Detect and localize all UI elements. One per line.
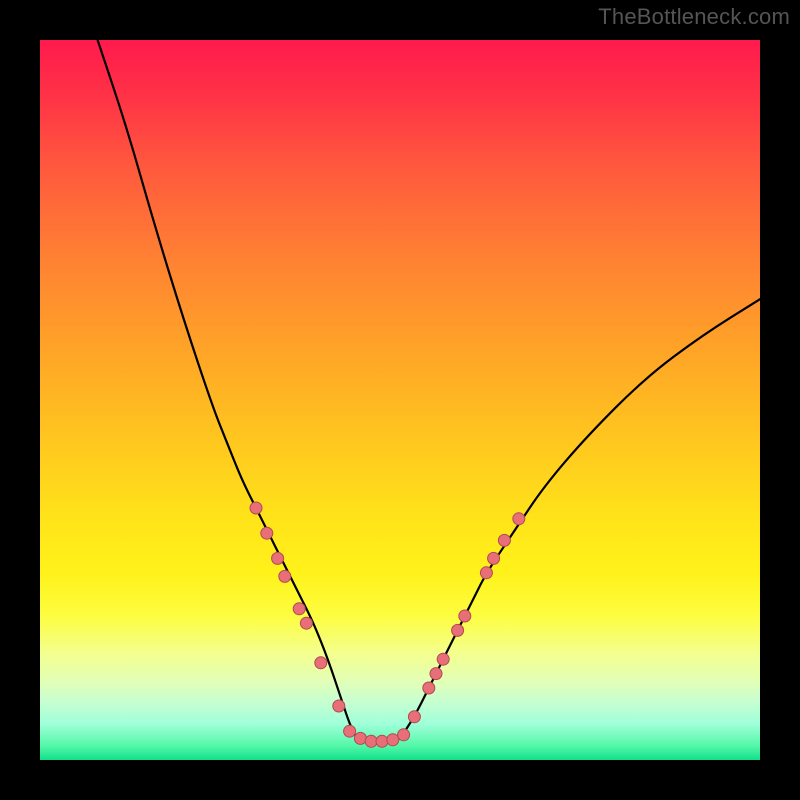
data-marker xyxy=(333,700,345,712)
chart-frame: TheBottleneck.com xyxy=(0,0,800,800)
data-marker xyxy=(437,653,449,665)
data-marker xyxy=(376,735,388,747)
data-marker xyxy=(272,552,284,564)
data-marker xyxy=(513,513,525,525)
data-marker xyxy=(488,552,500,564)
data-marker xyxy=(452,624,464,636)
data-marker xyxy=(261,527,273,539)
curve-path xyxy=(98,40,760,742)
data-marker xyxy=(430,668,442,680)
bottleneck-curve xyxy=(40,40,760,760)
marker-group xyxy=(250,502,525,747)
data-marker xyxy=(293,603,305,615)
data-marker xyxy=(408,711,420,723)
watermark-text: TheBottleneck.com xyxy=(598,4,790,30)
data-marker xyxy=(354,732,366,744)
data-marker xyxy=(344,725,356,737)
data-marker xyxy=(423,682,435,694)
data-marker xyxy=(300,617,312,629)
data-marker xyxy=(480,567,492,579)
data-marker xyxy=(498,534,510,546)
data-marker xyxy=(459,610,471,622)
data-marker xyxy=(315,657,327,669)
data-marker xyxy=(365,735,377,747)
data-marker xyxy=(250,502,262,514)
data-marker xyxy=(398,729,410,741)
data-marker xyxy=(387,734,399,746)
plot-area xyxy=(40,40,760,760)
data-marker xyxy=(279,570,291,582)
